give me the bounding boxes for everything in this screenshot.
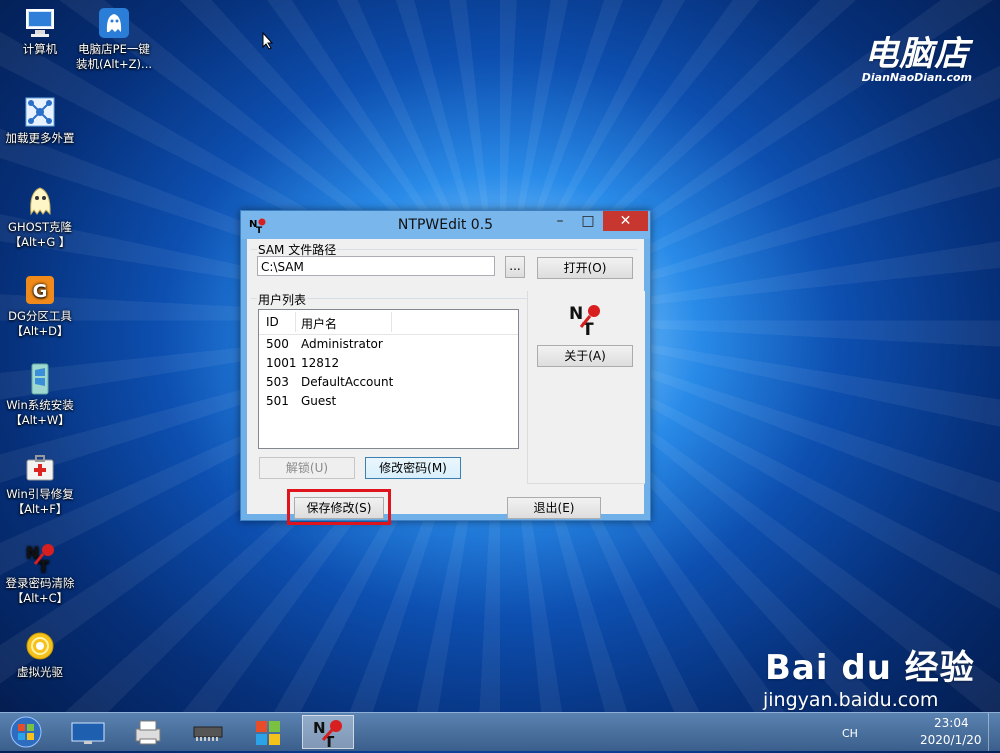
- column-header-username[interactable]: 用户名: [301, 315, 337, 332]
- desktop-icon-virtual-cd[interactable]: 虚拟光驱: [0, 629, 80, 680]
- ntpw-key-icon: NT: [23, 540, 57, 576]
- about-button[interactable]: 关于(A): [537, 345, 633, 367]
- baidu-logo: Bai du 经验: [765, 648, 975, 688]
- user-name: Administrator: [301, 337, 383, 351]
- baidu-url: jingyan.baidu.com: [763, 689, 939, 711]
- show-desktop-button[interactable]: [988, 713, 1000, 751]
- language-indicator[interactable]: CH: [842, 727, 858, 740]
- sam-path-input[interactable]: C:\SAM: [257, 256, 495, 276]
- network-load-icon: [23, 95, 57, 129]
- maximize-button[interactable]: □: [574, 211, 602, 231]
- column-separator: [295, 312, 296, 332]
- memory-chip-icon[interactable]: [182, 715, 234, 749]
- desktop-icon-password-clear[interactable]: NT 登录密码清除 【Alt+C】: [0, 540, 80, 606]
- ghost-icon: [23, 184, 57, 218]
- open-button[interactable]: 打开(O): [537, 257, 633, 279]
- highlight-box: [287, 489, 391, 525]
- user-name: Guest: [301, 394, 337, 408]
- users-group-label: 用户列表: [257, 291, 308, 308]
- brand-name: 电脑店: [864, 34, 970, 74]
- puzzle-icon[interactable]: [242, 715, 294, 749]
- printer-icon[interactable]: [122, 715, 174, 749]
- user-row[interactable]: 500 Administrator: [259, 335, 518, 354]
- taskbar: NT CH 23:04 2020/1/20: [0, 712, 1000, 751]
- win-install-icon: [23, 362, 57, 396]
- desktop-icon-win-install[interactable]: Win系统安装 【Alt+W】: [0, 362, 80, 428]
- desktop-icon-diskgenius[interactable]: G DG分区工具 【Alt+D】: [0, 273, 80, 339]
- close-button[interactable]: ✕: [603, 211, 648, 231]
- user-row[interactable]: 1001 12812: [259, 354, 518, 373]
- clock-time[interactable]: 23:04: [934, 716, 969, 730]
- desktop-icon-pe-installer[interactable]: 电脑店PE一键 装机(Alt+Z)...: [74, 6, 154, 72]
- desktop-icon-ghost[interactable]: GHOST克隆 【Alt+G 】: [0, 184, 80, 250]
- user-name: DefaultAccount: [301, 375, 394, 389]
- clock-date[interactable]: 2020/1/20: [920, 733, 982, 747]
- user-row[interactable]: 503 DefaultAccount: [259, 373, 518, 392]
- user-row[interactable]: 501 Guest: [259, 392, 518, 411]
- title-bar[interactable]: NT NTPWEdit 0.5 – □ ✕: [241, 211, 650, 239]
- window-client-area: SAM 文件路径 C:\SAM ... 打开(O) 用户列表 ID 用户名 50…: [247, 239, 645, 525]
- brand-domain: DianNaoDian.com: [861, 71, 972, 84]
- user-id: 503: [266, 375, 289, 389]
- exit-button[interactable]: 退出(E): [507, 497, 601, 519]
- ntpwedit-window: NT NTPWEdit 0.5 – □ ✕ SAM 文件路径 C:\SAM ..…: [240, 210, 651, 525]
- minimize-button[interactable]: –: [546, 211, 574, 231]
- unlock-button[interactable]: 解锁(U): [259, 457, 355, 479]
- user-id: 1001: [266, 356, 297, 370]
- desktop-icon-computer[interactable]: 计算机: [0, 6, 80, 57]
- user-name: 12812: [301, 356, 340, 370]
- user-list[interactable]: ID 用户名 500 Administrator 1001 12812 503 …: [258, 309, 519, 449]
- ntpw-key-icon[interactable]: NT: [302, 715, 354, 751]
- column-separator: [391, 312, 392, 332]
- start-orb-icon[interactable]: [6, 715, 46, 749]
- user-id: 501: [266, 394, 289, 408]
- baidu-watermark: Bai du 经验 jingyan.baidu.com: [763, 640, 975, 711]
- user-id: 500: [266, 337, 289, 351]
- brand-logo: 电脑店 DianNaoDian.com: [862, 26, 972, 84]
- screen-icon[interactable]: [62, 715, 114, 749]
- change-password-button[interactable]: 修改密码(M): [365, 457, 461, 479]
- virtual-cd-icon: [23, 629, 57, 663]
- user-list-header: ID 用户名: [259, 310, 518, 335]
- computer-icon: [23, 6, 57, 40]
- repair-kit-icon: [23, 451, 57, 485]
- desktop-icon-load-more[interactable]: 加载更多外置: [0, 95, 80, 146]
- browse-button[interactable]: ...: [505, 256, 525, 278]
- ghost-installer-icon: [97, 6, 131, 40]
- desktop-icon-boot-repair[interactable]: Win引导修复 【Alt+F】: [0, 451, 80, 517]
- ntpw-logo-icon: NT: [567, 301, 603, 340]
- svg-text:G: G: [33, 281, 48, 302]
- column-header-id[interactable]: ID: [266, 315, 279, 329]
- mouse-cursor-icon: [262, 32, 274, 50]
- diskgenius-icon: G: [23, 273, 57, 307]
